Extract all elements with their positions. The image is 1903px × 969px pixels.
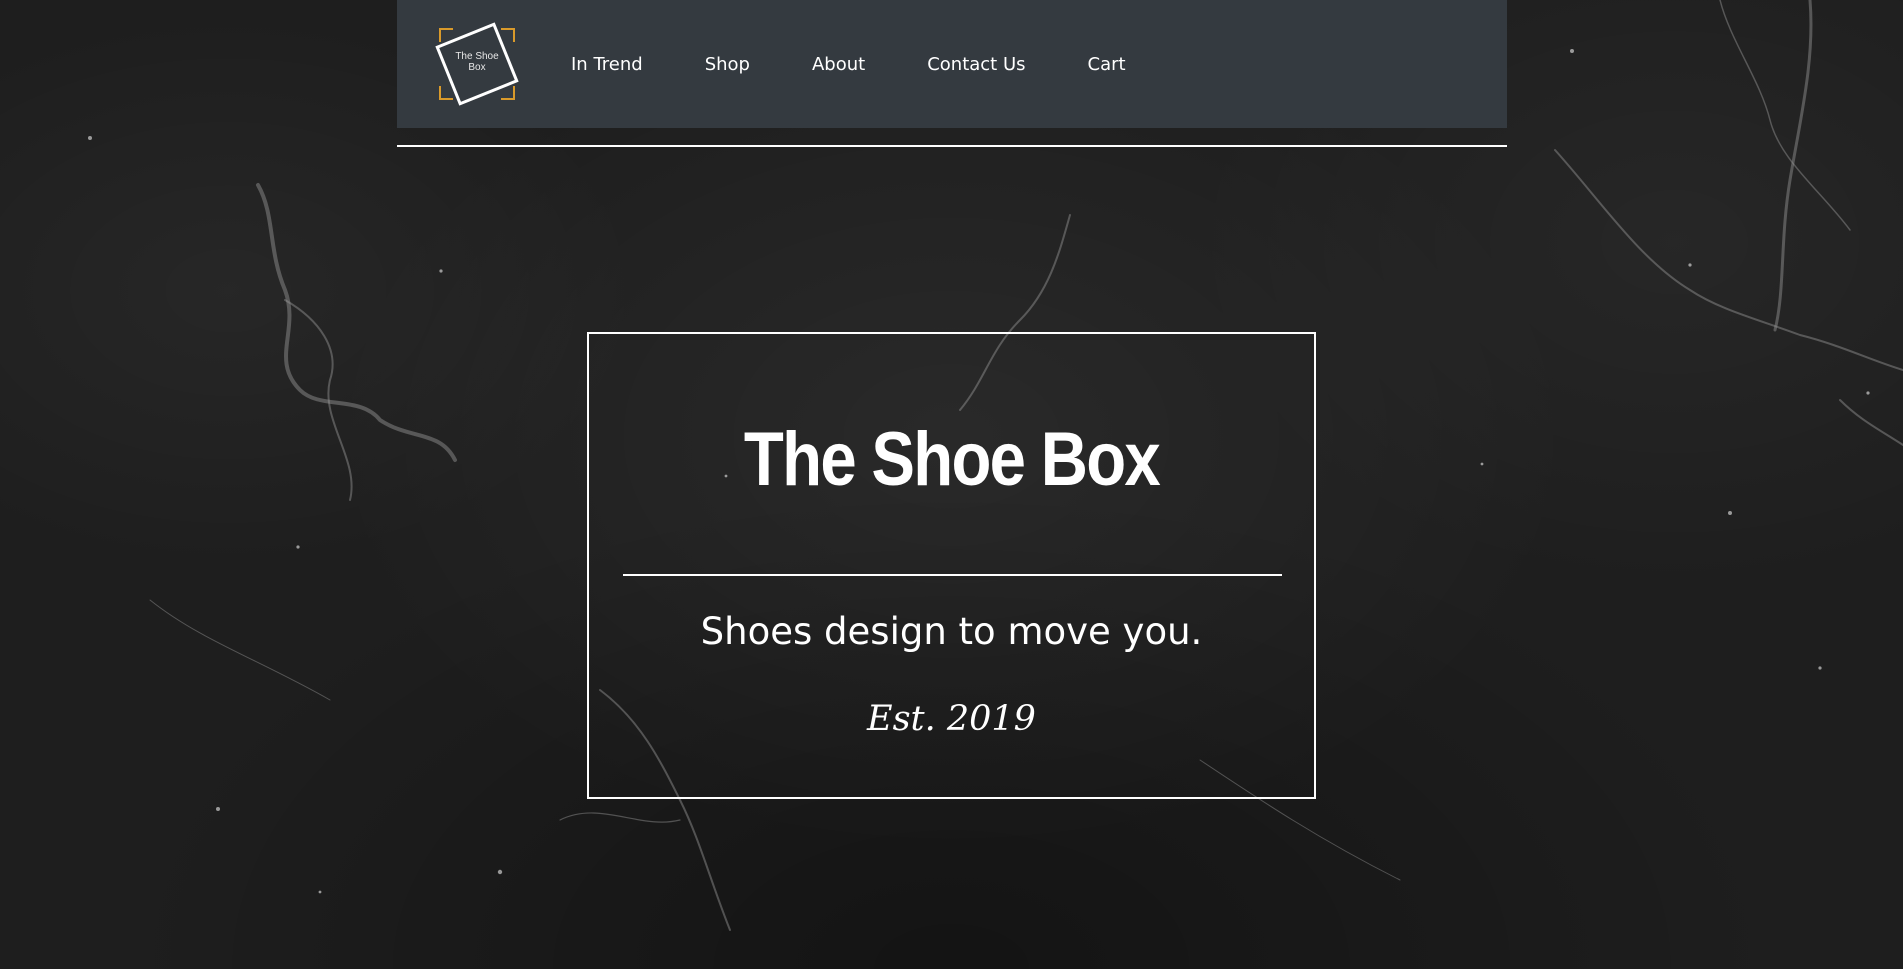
nav-link-about[interactable]: About <box>812 54 865 75</box>
site-header: The Shoe Box In Trend Shop About Contact… <box>397 0 1507 128</box>
logo-text-line2: Box <box>468 62 486 73</box>
nav-link-cart[interactable]: Cart <box>1088 54 1126 75</box>
logo-corner-bracket <box>501 86 515 100</box>
hero-tagline: Shoes design to move you. <box>700 610 1203 653</box>
logo-text-line1: The Shoe <box>455 51 499 62</box>
header-divider <box>397 145 1507 147</box>
nav-link-contact-us[interactable]: Contact Us <box>927 54 1025 75</box>
nav-item-cart: Cart <box>1088 54 1126 75</box>
main-nav: In Trend Shop About Contact Us Cart <box>571 0 1126 128</box>
nav-item-contact-us: Contact Us <box>927 54 1025 75</box>
nav-item-in-trend: In Trend <box>571 54 643 75</box>
hero-box: The Shoe Box Shoes design to move you. E… <box>587 332 1316 799</box>
nav-item-about: About <box>812 54 865 75</box>
logo-text: The Shoe Box <box>431 51 523 73</box>
nav-link-shop[interactable]: Shop <box>705 54 750 75</box>
hero-title: The Shoe Box <box>743 417 1161 502</box>
nav-link-in-trend[interactable]: In Trend <box>571 54 643 75</box>
logo[interactable]: The Shoe Box <box>431 18 523 110</box>
nav-item-shop: Shop <box>705 54 750 75</box>
hero-divider <box>623 574 1282 576</box>
logo-corner-bracket <box>439 86 453 100</box>
hero-established: Est. 2019 <box>867 699 1036 739</box>
logo-corner-bracket <box>501 28 515 42</box>
